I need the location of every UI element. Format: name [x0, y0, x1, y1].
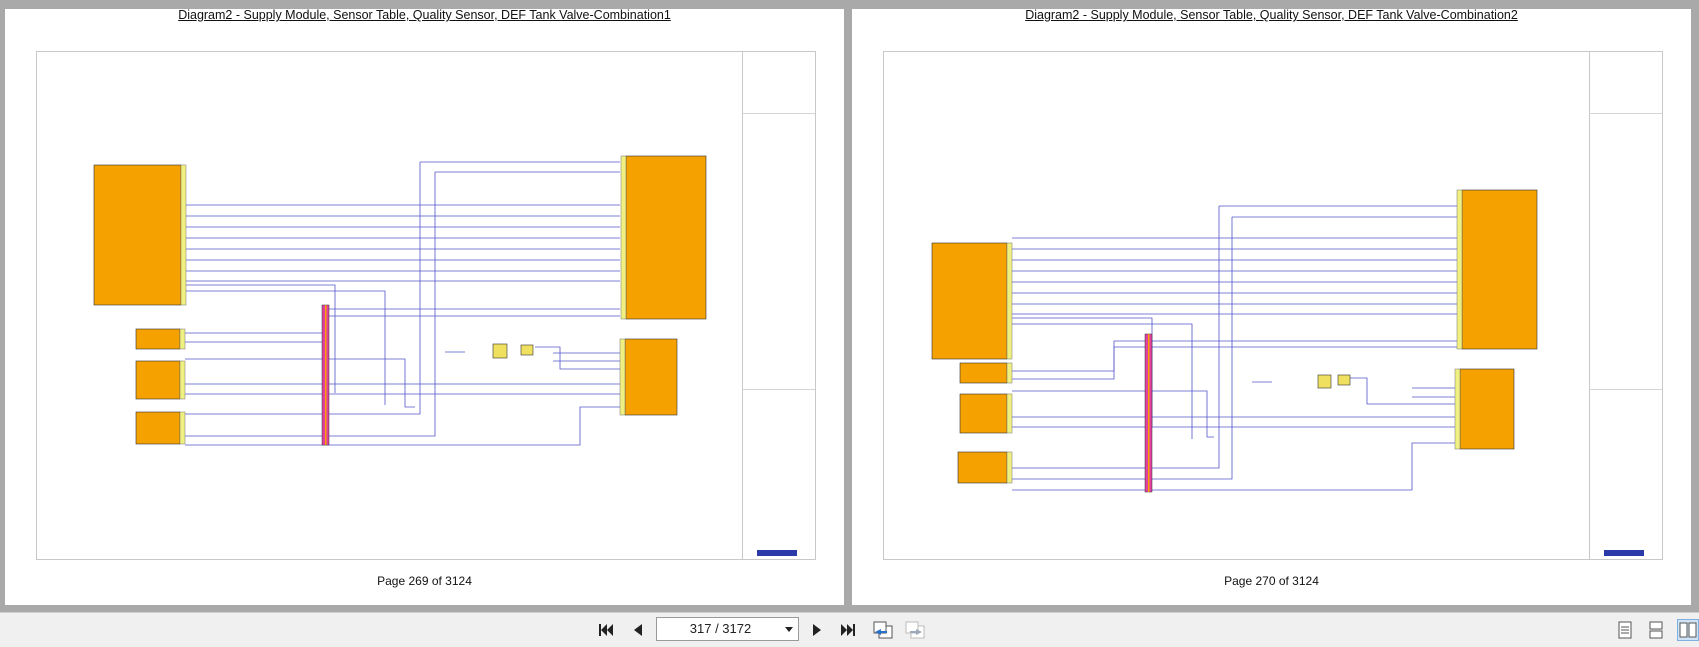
def-supply-module — [135, 411, 181, 445]
next-page-button[interactable] — [808, 619, 826, 641]
chevron-down-icon[interactable] — [785, 627, 793, 632]
smart-sensor-relay — [492, 343, 508, 359]
single-page-view-button[interactable] — [1615, 619, 1635, 641]
def-tank-heater-valve — [959, 362, 1008, 384]
previous-page-button[interactable] — [629, 619, 647, 641]
engine-control-module — [625, 155, 707, 320]
def-supply-module — [957, 451, 1008, 484]
forward-view-button[interactable] — [903, 619, 927, 641]
diagram-page-right: Diagram2 - Supply Module, Sensor Table, … — [852, 8, 1691, 605]
vehicle-interface-connector — [624, 338, 678, 416]
two-page-view-button[interactable] — [1677, 619, 1699, 641]
page-footer: Page 269 of 3124 — [377, 574, 472, 588]
page-footer: Page 270 of 3124 — [1224, 574, 1319, 588]
wiring-diagram — [931, 189, 1538, 493]
vehicle-interface-connector — [1459, 368, 1515, 450]
smart-sensor-relay — [1317, 374, 1332, 389]
def-head-unit — [135, 360, 181, 400]
back-view-icon — [873, 621, 893, 639]
modules — [931, 189, 1538, 484]
def-tank-heater-valve — [135, 328, 181, 350]
single-page-view-icon — [1618, 621, 1632, 639]
next-page-icon — [813, 624, 821, 636]
two-page-view-icon — [1679, 622, 1697, 638]
wiring-diagram — [93, 155, 707, 446]
exhaust-connector-module — [93, 164, 182, 306]
wires — [1012, 205, 1462, 491]
def-head-unit — [959, 393, 1008, 434]
diagram-page-left: Diagram2 - Supply Module, Sensor Table, … — [5, 8, 844, 605]
exhaust-connector-module — [931, 242, 1008, 360]
page-number-input[interactable]: 317 / 3172 — [656, 617, 799, 641]
connector-strips — [179, 155, 627, 446]
forward-view-icon — [905, 621, 925, 639]
last-page-button[interactable] — [838, 619, 858, 641]
continuous-view-icon — [1649, 621, 1663, 639]
first-page-icon — [599, 624, 613, 636]
navigation-toolbar: 317 / 3172 — [0, 612, 1699, 647]
last-page-icon — [841, 624, 855, 636]
first-page-button[interactable] — [596, 619, 616, 641]
engine-control-module — [1461, 189, 1538, 350]
wires — [185, 161, 620, 446]
previous-page-icon — [634, 624, 642, 636]
page-indicator: 317 / 3172 — [689, 621, 752, 636]
back-view-button[interactable] — [871, 619, 895, 641]
continuous-view-button[interactable] — [1646, 619, 1666, 641]
